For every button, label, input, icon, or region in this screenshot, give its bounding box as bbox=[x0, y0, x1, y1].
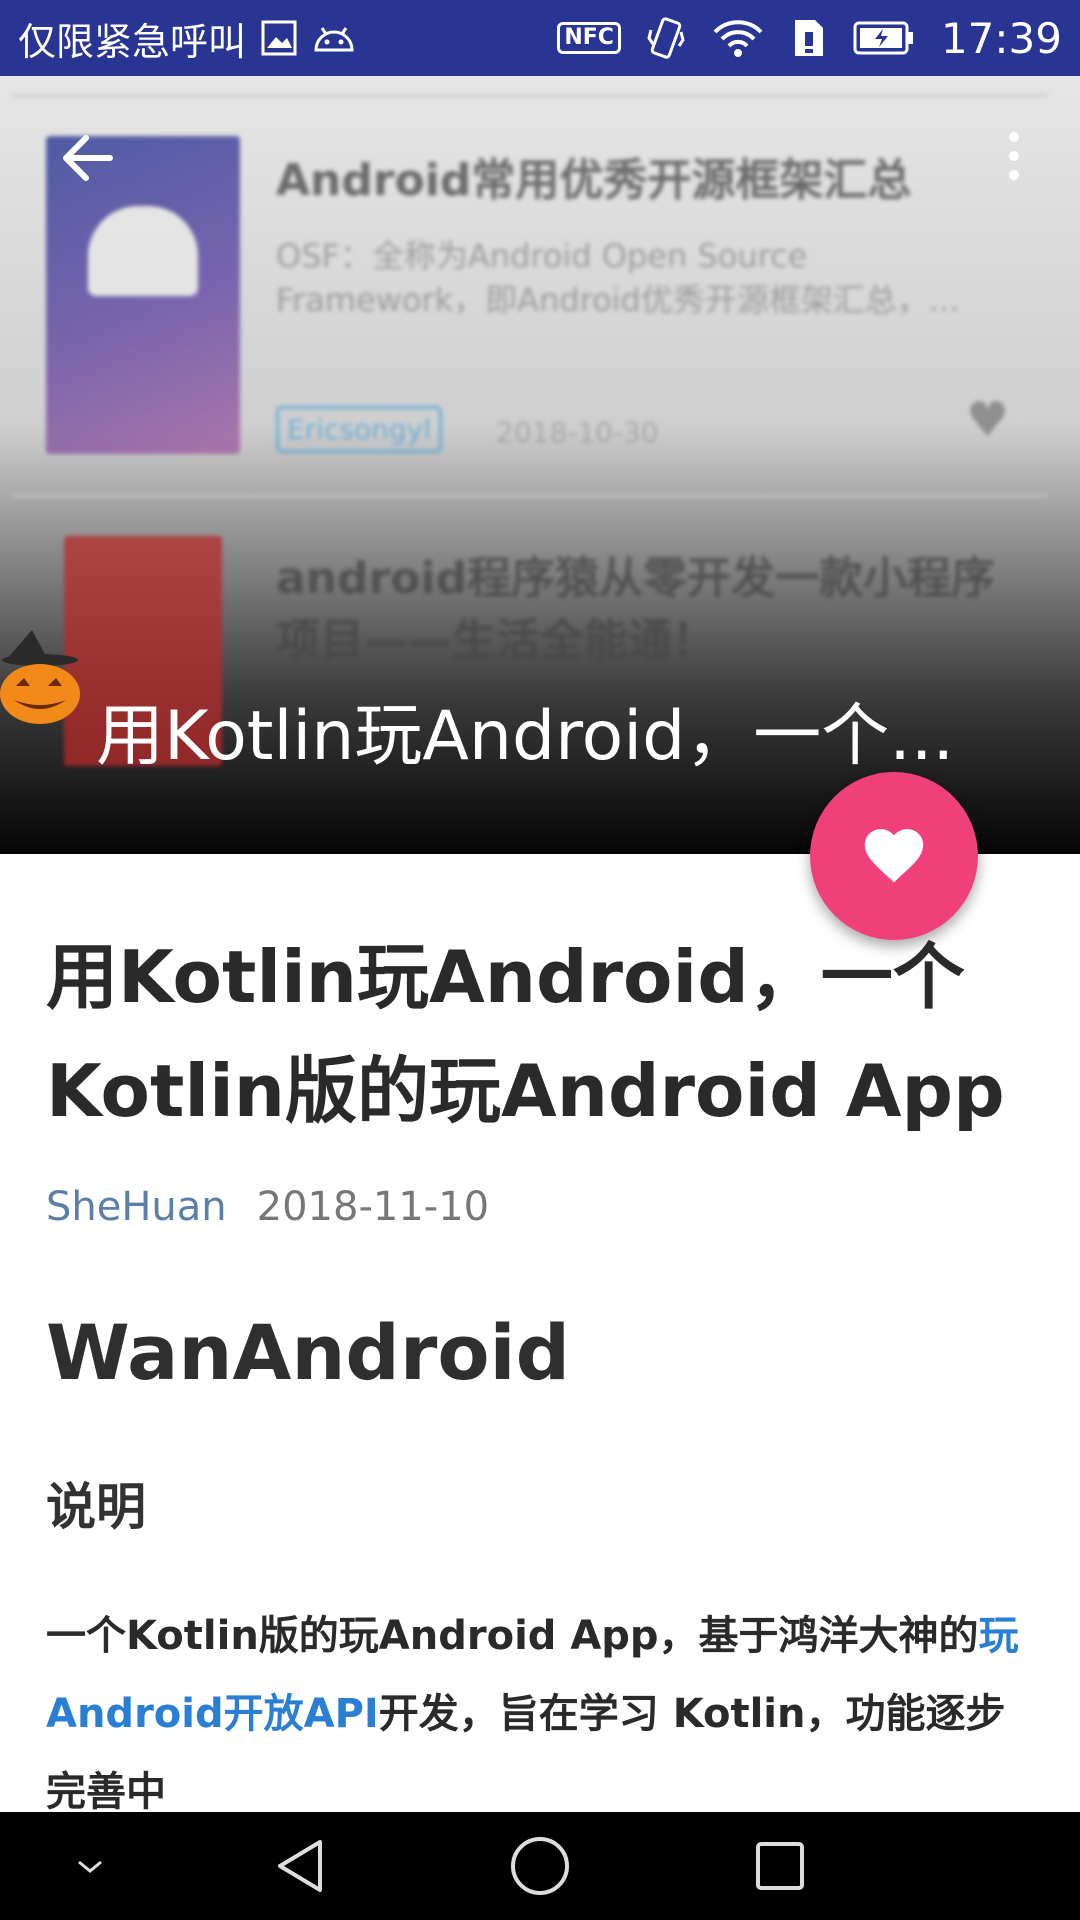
clock: 17:39 bbox=[940, 13, 1062, 63]
battery-icon bbox=[853, 19, 915, 57]
hide-nav-chevron-down-icon[interactable] bbox=[60, 1812, 120, 1920]
back-arrow-icon[interactable] bbox=[58, 128, 118, 188]
wifi-icon bbox=[711, 18, 765, 58]
back-nav-icon[interactable] bbox=[260, 1812, 340, 1920]
background-item-title: 项目——生活全能通！ bbox=[276, 615, 716, 666]
carrier-text: 仅限紧急呼叫 bbox=[18, 19, 247, 64]
recents-nav-icon[interactable] bbox=[740, 1812, 820, 1920]
gallery-icon bbox=[260, 19, 298, 57]
article-author[interactable]: SheHuan bbox=[46, 1184, 227, 1230]
pumpkin-icon bbox=[0, 626, 86, 726]
article-content: 用Kotlin玩Android，一个Kotlin版的玩Android App S… bbox=[46, 920, 1036, 1815]
sim-icon bbox=[791, 16, 827, 60]
article-title: 用Kotlin玩Android，一个Kotlin版的玩Android App bbox=[46, 935, 1005, 1133]
navigation-bar bbox=[0, 1812, 1080, 1920]
content-subheading: 说明 bbox=[46, 1478, 146, 1536]
background-item-desc-2: Framework，即Android优秀开源框架汇总，... bbox=[276, 281, 960, 319]
background-item-desc-1: OSF：全称为Android Open Source bbox=[276, 237, 808, 275]
background-item-date: 2018-10-30 bbox=[496, 416, 659, 449]
paragraph-text: 一个Kotlin版的玩Android App，基于鸿洋大神的 bbox=[46, 1613, 979, 1659]
more-options-icon[interactable] bbox=[994, 132, 1034, 192]
heart-icon bbox=[864, 829, 924, 883]
article-date: 2018-11-10 bbox=[256, 1184, 490, 1230]
background-item-title: android程序猿从零开发一款小程序 bbox=[276, 553, 996, 604]
nfc-icon: NFC bbox=[557, 22, 621, 54]
favorite-fab-button[interactable] bbox=[810, 772, 978, 940]
background-item-title: Android常用优秀开源框架汇总 bbox=[276, 155, 912, 206]
content-heading: WanAndroid bbox=[46, 1308, 570, 1397]
collapsed-toolbar-title: 用Kotlin玩Android，一个... bbox=[96, 697, 955, 776]
status-bar: 仅限紧急呼叫 NFC 17:39 bbox=[0, 0, 1080, 76]
content-paragraph: 一个Kotlin版的玩Android App，基于鸿洋大神的玩Android开放… bbox=[46, 1597, 1036, 1815]
vibrate-icon bbox=[647, 16, 685, 60]
collapsing-header: Android常用优秀开源框架汇总 OSF：全称为Android Open So… bbox=[0, 76, 1080, 854]
android-icon bbox=[312, 22, 356, 54]
background-heart-icon: ♥ bbox=[966, 392, 1010, 448]
home-nav-icon[interactable] bbox=[500, 1812, 580, 1920]
article-meta: SheHuan 2018-11-10 bbox=[46, 1184, 1036, 1230]
background-item-tag: Ericsongyl bbox=[276, 406, 442, 453]
